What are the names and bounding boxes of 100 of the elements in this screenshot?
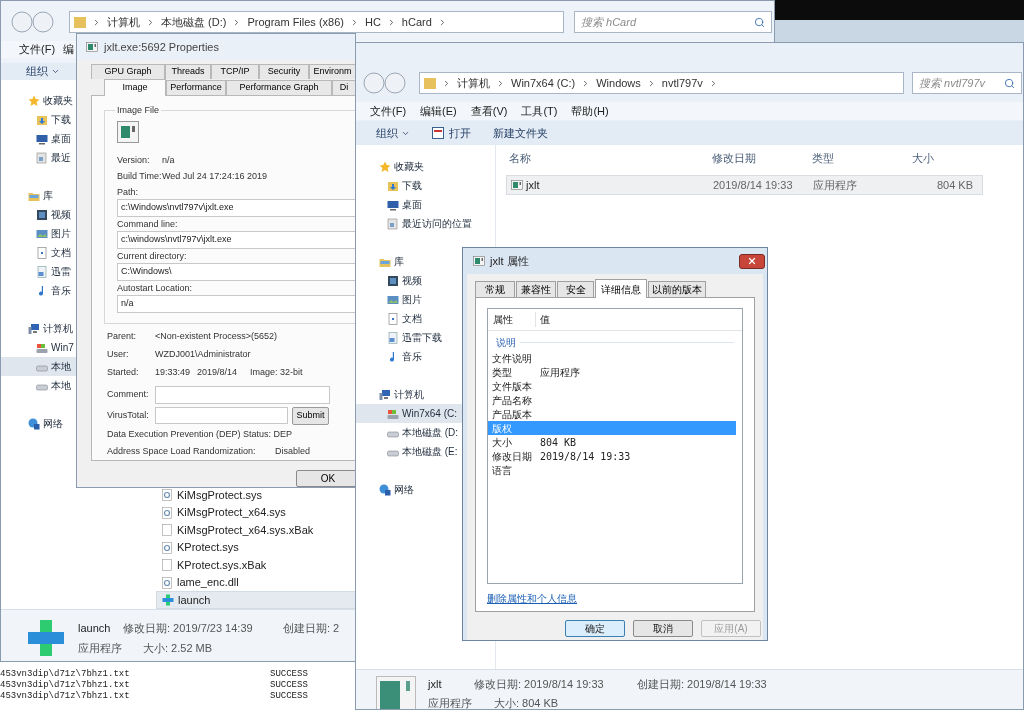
sidebar-item[interactable]: 迅雷下载 (356, 328, 463, 347)
menu-item[interactable]: 编 (63, 41, 75, 58)
tab[interactable]: TCP/IP (211, 64, 259, 79)
organize-button[interactable]: 组织 (26, 63, 60, 80)
text-field[interactable]: c:\windows\nvtl797v\jxlt.exe (117, 230, 355, 249)
file-row[interactable]: KiMsgProtect_x64.sys (156, 503, 356, 522)
file-row[interactable]: jxlt 2019/8/14 19:33 应用程序 804 KB (506, 175, 983, 195)
tab[interactable]: Threads (165, 64, 211, 79)
file-row[interactable]: KProtect.sys (156, 538, 356, 557)
sidebar-item[interactable]: 本地磁盘 (D: (356, 423, 463, 442)
sidebar-item[interactable]: 桌面 (356, 195, 463, 214)
sidebar-item[interactable]: 计算机 (1, 319, 77, 339)
new-folder-button[interactable]: 新建文件夹 (493, 124, 548, 142)
column-header[interactable]: 类型 (812, 149, 912, 167)
property-row[interactable]: 修改日期 2019/8/14 19:33 (488, 449, 736, 463)
menu-item[interactable]: 查看(V) (470, 102, 508, 120)
tab[interactable]: Performance (166, 80, 226, 95)
menu-item[interactable]: 文件(F) (19, 41, 56, 58)
sidebar-item[interactable]: 收藏夹 (1, 91, 77, 111)
tab[interactable]: 安全 (557, 281, 594, 297)
sidebar-item[interactable]: 最近 (1, 148, 77, 168)
breadcrumb-item[interactable]: HC (364, 13, 381, 31)
organize-button[interactable]: 组织 (376, 124, 410, 142)
virustotal-field[interactable] (155, 407, 288, 424)
menu-item[interactable]: 工具(T) (521, 102, 558, 120)
sidebar-item[interactable]: 桌面 (1, 129, 77, 149)
sidebar-item[interactable]: 最近访问的位置 (356, 214, 474, 233)
search-field[interactable]: 搜索 hCard (574, 11, 772, 33)
sidebar-item[interactable]: 库 (1, 186, 77, 206)
close-button[interactable] (739, 253, 765, 269)
breadcrumb-item[interactable]: 计算机 (107, 13, 140, 31)
file-row[interactable]: lame_enc.dll (156, 573, 356, 592)
open-button[interactable]: 打开 (432, 124, 471, 142)
search-field[interactable]: 搜索 nvtl797v (912, 72, 1022, 94)
sidebar-item[interactable]: 图片 (1, 224, 77, 244)
sidebar-item[interactable]: 下载 (1, 110, 77, 130)
breadcrumb-item[interactable]: 计算机 (457, 74, 490, 92)
column-header[interactable]: 属性 (488, 312, 536, 327)
text-field[interactable]: c:\Windows\nvtl797v\jxlt.exe (117, 198, 355, 217)
column-header[interactable]: 修改日期 (712, 149, 812, 167)
text-field[interactable]: C:\Windows\ (117, 262, 355, 281)
sidebar-item[interactable]: Win7x64 (C: (356, 404, 463, 423)
property-row[interactable]: 文件说明 (488, 351, 736, 365)
sidebar-item[interactable]: 网络 (356, 480, 463, 499)
sidebar-item[interactable]: 网络 (1, 414, 77, 434)
breadcrumb-item[interactable]: Program Files (x86) (247, 13, 344, 31)
property-row[interactable]: 语言 (488, 463, 736, 477)
sidebar-item[interactable]: 下载 (356, 176, 463, 195)
breadcrumb-item[interactable]: nvtl797v (661, 74, 703, 92)
sidebar-item[interactable]: 库 (356, 252, 463, 271)
breadcrumb-item[interactable]: hCard (401, 13, 432, 31)
dialog-button[interactable]: 确定 (565, 620, 625, 637)
tab[interactable]: Di (332, 80, 355, 95)
property-row[interactable]: 类型 应用程序 (488, 365, 736, 379)
column-header[interactable]: 大小 (912, 149, 972, 167)
sidebar-item[interactable]: 本地 (1, 376, 77, 396)
address-bar[interactable]: 计算机 本地磁盘 (D:) Program Files (x86) HC hCard (69, 11, 564, 33)
column-header[interactable]: 值 (536, 312, 550, 327)
sidebar-item[interactable]: 本地磁盘 (E: (356, 442, 463, 461)
breadcrumb-item[interactable]: Win7x64 (C:) (511, 74, 576, 92)
menu-item[interactable]: 文件(F) (370, 102, 407, 120)
sidebar-item[interactable]: 图片 (356, 290, 463, 309)
breadcrumb-item[interactable]: Windows (596, 74, 641, 92)
menu-item[interactable]: 编辑(E) (420, 102, 457, 120)
file-row[interactable]: KiMsgProtect_x64.sys.xBak (156, 521, 356, 539)
file-row[interactable]: KiMsgProtect.sys (156, 486, 356, 504)
dialog-button[interactable]: 取消 (633, 620, 693, 637)
sidebar-item[interactable]: 音乐 (1, 281, 77, 301)
sidebar-item[interactable]: 迅雷 (1, 262, 77, 282)
tab[interactable]: Security (259, 64, 309, 79)
text-field[interactable]: n/a (117, 294, 355, 313)
tab[interactable]: 以前的版本 (648, 281, 706, 297)
tab[interactable]: 兼容性 (516, 281, 556, 297)
submit-button[interactable]: Submit (292, 406, 329, 425)
sidebar-item[interactable]: 视频 (1, 205, 77, 225)
tab[interactable]: 详细信息 (595, 279, 647, 298)
menu-item[interactable]: 帮助(H) (571, 102, 609, 120)
ok-button[interactable]: OK (296, 470, 355, 487)
sidebar-item[interactable]: 文档 (356, 309, 463, 328)
file-row[interactable]: KProtect.sys.xBak (156, 556, 356, 574)
property-row[interactable]: 大小 804 KB (488, 435, 736, 449)
tab[interactable]: Performance Graph (226, 80, 332, 95)
sidebar-item[interactable]: 音乐 (356, 347, 463, 366)
file-row[interactable]: launch (156, 591, 356, 609)
sidebar-item[interactable]: 视频 (356, 271, 463, 290)
tab[interactable]: Environm (309, 64, 355, 79)
remove-properties-link[interactable]: 删除属性和个人信息 (487, 591, 577, 606)
sidebar-item[interactable]: 计算机 (356, 385, 463, 404)
address-bar[interactable]: 计算机 Win7x64 (C:) Windows nvtl797v (419, 72, 904, 94)
property-row[interactable]: 产品名称 (488, 393, 736, 407)
sidebar-item[interactable]: Win7 (1, 338, 77, 358)
breadcrumb-item[interactable]: 本地磁盘 (D:) (161, 13, 227, 31)
tab[interactable]: 常规 (475, 281, 515, 297)
sidebar-item[interactable]: 收藏夹 (356, 157, 463, 176)
sidebar-item[interactable]: 文档 (1, 243, 77, 263)
property-row[interactable]: 产品版本 (488, 407, 736, 421)
sidebar-item[interactable]: 本地 (1, 357, 77, 377)
tab[interactable]: GPU Graph (91, 64, 165, 79)
column-header[interactable]: 名称 (496, 149, 712, 167)
comment-field[interactable] (155, 385, 330, 404)
